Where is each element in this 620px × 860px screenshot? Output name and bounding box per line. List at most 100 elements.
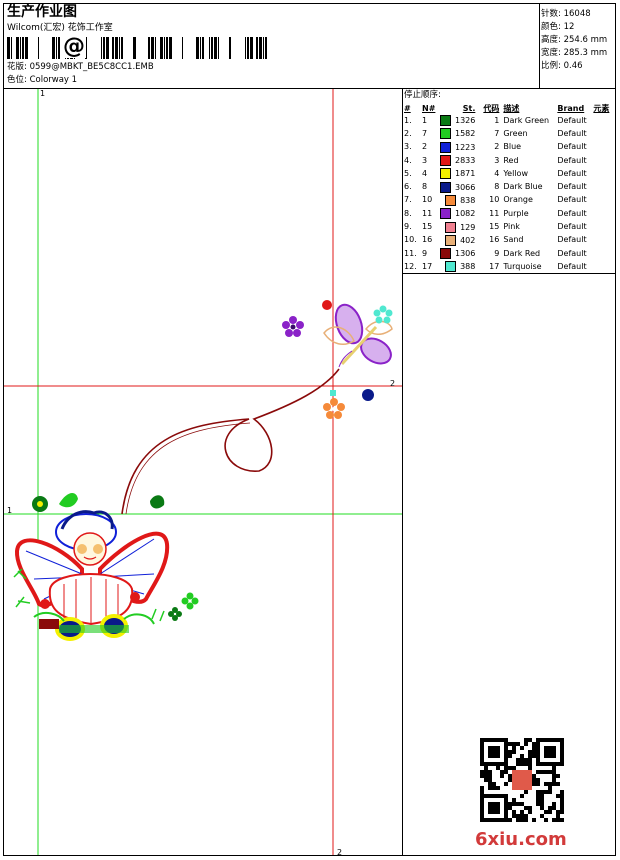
- table-row: 11. 9 1306 9 Dark Red Default: [402, 247, 611, 260]
- row-description: Orange: [503, 195, 533, 205]
- table-row: 7. 10 838 10 Orange Default: [402, 194, 611, 207]
- row-element: [591, 114, 611, 127]
- row-element: [591, 167, 611, 180]
- row-code: 15: [489, 222, 500, 232]
- color-swatch: [440, 181, 451, 193]
- col-index: #: [404, 104, 411, 113]
- row-description: Pink: [503, 222, 520, 232]
- color-swatch: [440, 141, 451, 153]
- row-stitches: 1326: [438, 114, 477, 127]
- row-needle: 8: [422, 182, 428, 192]
- row-index: 11.: [404, 248, 417, 258]
- row-stitches: 838: [438, 194, 477, 207]
- stat-colors: 颜色: 12: [541, 22, 575, 32]
- row-brand: Default: [557, 182, 587, 192]
- row-stitches: 1871: [438, 167, 477, 180]
- row-needle: 4: [422, 168, 428, 178]
- row-stitches: 1306: [438, 247, 477, 260]
- row-needle: 7: [422, 128, 428, 138]
- row-stitches: 3066: [438, 180, 477, 193]
- row-index: 2.: [404, 128, 412, 138]
- table-row: 8. 11 1082 11 Purple Default: [402, 207, 611, 220]
- barcode-symbol: @: [62, 34, 86, 59]
- row-needle: 2: [422, 142, 428, 152]
- fairy-figure: [13, 492, 199, 641]
- row-code: 9: [494, 248, 500, 258]
- row-needle: 9: [422, 248, 428, 258]
- col-stitches: St.: [462, 104, 476, 113]
- row-description: Dark Red: [503, 248, 541, 258]
- guide-label-red-right: 2: [390, 379, 396, 388]
- row-element: [591, 154, 611, 167]
- stat-height: 高度: 254.6 mm: [541, 35, 608, 45]
- row-brand: Default: [557, 208, 587, 218]
- row-index: 5.: [404, 168, 412, 178]
- row-brand: Default: [557, 115, 587, 125]
- color-swatch: [440, 248, 451, 260]
- watermark-logo: 6xiu.com: [475, 829, 567, 850]
- row-element: [591, 180, 611, 193]
- row-brand: Default: [557, 195, 587, 205]
- purple-flower-icon: [282, 316, 304, 337]
- row-needle: 3: [422, 155, 428, 165]
- row-brand: Default: [557, 261, 587, 271]
- row-code: 10: [489, 195, 500, 205]
- row-brand: Default: [557, 168, 587, 178]
- row-element: [591, 247, 611, 260]
- row-index: 4.: [404, 155, 412, 165]
- row-description: Dark Blue: [503, 182, 543, 192]
- row-needle: 10: [422, 195, 433, 205]
- table-row: 4. 3 2833 3 Red Default: [402, 154, 611, 167]
- red-heart-icon: [322, 300, 332, 310]
- row-description: Green: [503, 128, 528, 138]
- row-code: 2: [494, 142, 500, 152]
- row-stitches: 402: [438, 234, 477, 247]
- color-swatch: [440, 128, 451, 140]
- row-brand: Default: [557, 128, 587, 138]
- row-code: 16: [489, 235, 500, 245]
- row-stitches: 1082: [438, 207, 477, 220]
- row-code: 4: [494, 168, 500, 178]
- guide-label-green-top: 1: [40, 89, 46, 98]
- row-index: 1.: [404, 115, 412, 125]
- colorway-label: 色位: Colorway 1: [7, 75, 78, 85]
- row-stitches: 2833: [438, 154, 477, 167]
- stat-scale: 比例: 0.46: [541, 61, 583, 71]
- row-code: 3: [494, 155, 500, 165]
- row-element: [591, 220, 611, 233]
- row-needle: 1: [422, 115, 428, 125]
- color-swatch: [440, 155, 451, 167]
- row-brand: Default: [557, 222, 587, 232]
- row-element: [591, 260, 611, 273]
- col-code: 代码: [483, 104, 500, 113]
- row-element: [591, 234, 611, 247]
- row-index: 8.: [404, 208, 412, 218]
- turquoise-flower-icon: [373, 305, 393, 324]
- row-index: 6.: [404, 182, 412, 192]
- stats-divider: [539, 4, 540, 88]
- row-description: Yellow: [503, 168, 528, 178]
- row-needle: 17: [422, 261, 433, 271]
- color-swatch: [440, 115, 451, 127]
- row-element: [591, 141, 611, 154]
- row-description: Turquoise: [503, 261, 542, 271]
- table-row: 3. 2 1223 2 Blue Default: [402, 141, 611, 154]
- table-row: 9. 15 129 15 Pink Default: [402, 220, 611, 233]
- guide-label-red-bottom: 2: [337, 848, 343, 857]
- row-stitches: 388: [438, 260, 477, 273]
- row-description: Red: [503, 155, 519, 165]
- color-swatch: [440, 168, 451, 180]
- color-swatch: [445, 221, 457, 233]
- row-code: 7: [494, 128, 500, 138]
- row-element: [591, 194, 611, 207]
- row-index: 10.: [404, 235, 417, 245]
- table-row: 2. 7 1582 7 Green Default: [402, 127, 611, 140]
- kite-string: [121, 368, 340, 515]
- row-brand: Default: [557, 142, 587, 152]
- row-stitches: 129: [438, 220, 477, 233]
- table-row: 6. 8 3066 8 Dark Blue Default: [402, 180, 611, 193]
- table-header-row: # N# St. 代码 描述 Brand 元素: [402, 103, 611, 114]
- row-needle: 16: [422, 235, 433, 245]
- row-description: Sand: [503, 235, 524, 245]
- row-description: Blue: [503, 142, 522, 152]
